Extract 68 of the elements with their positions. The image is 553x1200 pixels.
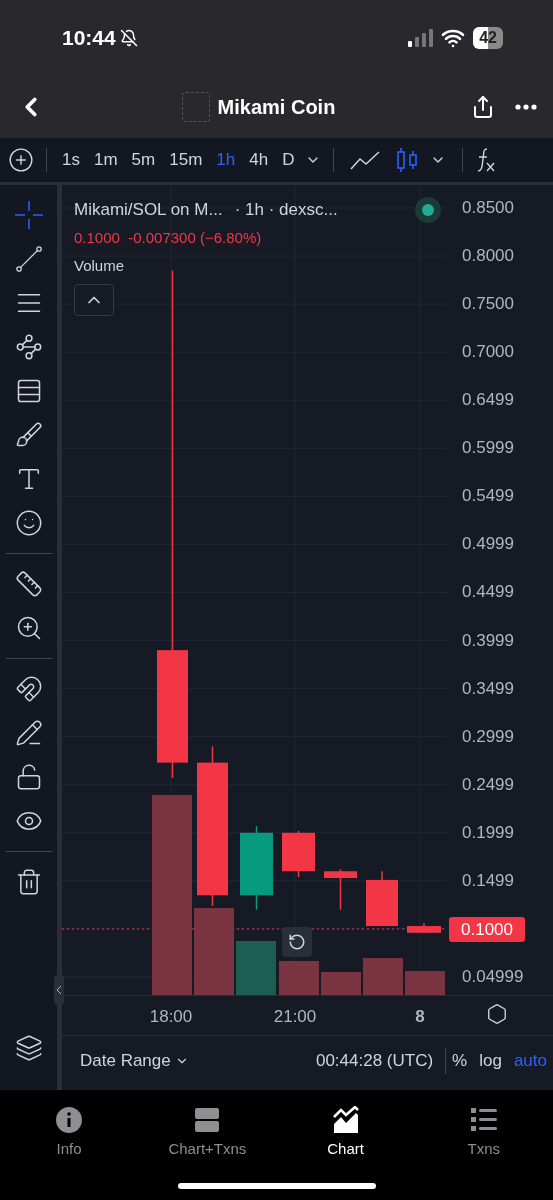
price-label: 0.8000 [462, 246, 514, 267]
ellipsis-icon [515, 103, 537, 110]
sidebar-toggle[interactable] [54, 975, 64, 1005]
interval-tab[interactable]: 15m [162, 147, 210, 173]
price-label: 0.6499 [462, 390, 514, 411]
hexagon-icon [486, 1003, 508, 1025]
date-range-dropdown[interactable]: Date Range [80, 1047, 189, 1074]
price-label: 0.3999 [462, 630, 514, 651]
chevron-left-icon [56, 985, 62, 995]
current-price-tag: 0.1000 [449, 916, 525, 942]
bell-off-icon [119, 28, 138, 47]
price-label: 0.4999 [462, 534, 514, 555]
price-label: 0.2999 [462, 726, 514, 747]
bottom-tab[interactable]: Chart [276, 1106, 415, 1161]
pattern-glyph-icon [14, 333, 43, 361]
battery-icon: 42 [473, 26, 503, 49]
signal-icon [407, 28, 434, 47]
token-placeholder-icon [181, 91, 210, 122]
price-change: 0.1000 -0.007300 (−6.80%) [74, 227, 263, 248]
pencil-lock-glyph-icon [14, 719, 43, 747]
interval-tab[interactable]: D [275, 147, 302, 173]
utc-clock: 00:44:28 (UTC) [315, 1049, 435, 1072]
emoji-glyph-icon [14, 509, 43, 537]
time-label: 8 [414, 1006, 426, 1028]
time-label: 21:00 [272, 1006, 318, 1028]
price-label: 0.3499 [462, 678, 514, 699]
crosshair-icon[interactable] [12, 199, 45, 231]
price-label: 0.8500 [462, 198, 514, 218]
plus-circle-icon [8, 147, 34, 173]
interval-tab[interactable]: 5m [124, 147, 163, 173]
interval-tab[interactable]: 1m [86, 147, 125, 173]
price-label: 0.5999 [462, 438, 514, 459]
price-label: 0.4499 [462, 582, 514, 603]
interval-tab[interactable]: 1s [55, 147, 87, 173]
symbol-details: · 1h · dexsc... [234, 199, 338, 221]
trend-line-glyph-icon [15, 246, 42, 272]
scale-option[interactable]: % [446, 1047, 474, 1074]
bottom-tab[interactable]: Chart+Txns [138, 1106, 277, 1161]
price-label: 0.04999 [462, 966, 524, 987]
share-button[interactable] [471, 94, 495, 119]
status-time: 10:44 [62, 24, 116, 51]
scale-option[interactable]: log [473, 1047, 508, 1074]
bottom-tab[interactable]: Txns [414, 1106, 553, 1161]
list-icon [468, 1106, 499, 1134]
price-label: 0.2499 [462, 774, 514, 795]
interval-tab[interactable]: 4h [242, 147, 276, 173]
brush-glyph-icon [14, 421, 43, 449]
scale-option[interactable]: auto [507, 1047, 553, 1074]
bottom-tab[interactable]: Info [0, 1106, 139, 1161]
more-button[interactable] [515, 103, 537, 110]
ruler-glyph-icon [14, 570, 43, 598]
price-label: 0.7500 [462, 294, 514, 315]
magnet-glyph-icon [14, 675, 43, 703]
price-label: 0.1499 [462, 870, 514, 891]
price-label: 0.5499 [462, 486, 514, 507]
header-title: Mikami Coin [217, 94, 336, 120]
price-label: 0.7000 [462, 342, 514, 363]
settings-button[interactable] [486, 1003, 508, 1025]
share-icon [471, 94, 495, 119]
rotate-icon [288, 933, 306, 951]
symbol-name: Mikami/SOL on M... [74, 199, 223, 221]
time-label: 18:00 [148, 1006, 194, 1028]
volume-label: Volume [74, 256, 126, 276]
price-label: 0.1999 [462, 822, 514, 843]
interval-tab[interactable]: 1h [209, 147, 243, 173]
layers-glyph-icon [14, 1034, 43, 1062]
info-icon [54, 1106, 85, 1134]
reset-button[interactable] [282, 927, 312, 957]
